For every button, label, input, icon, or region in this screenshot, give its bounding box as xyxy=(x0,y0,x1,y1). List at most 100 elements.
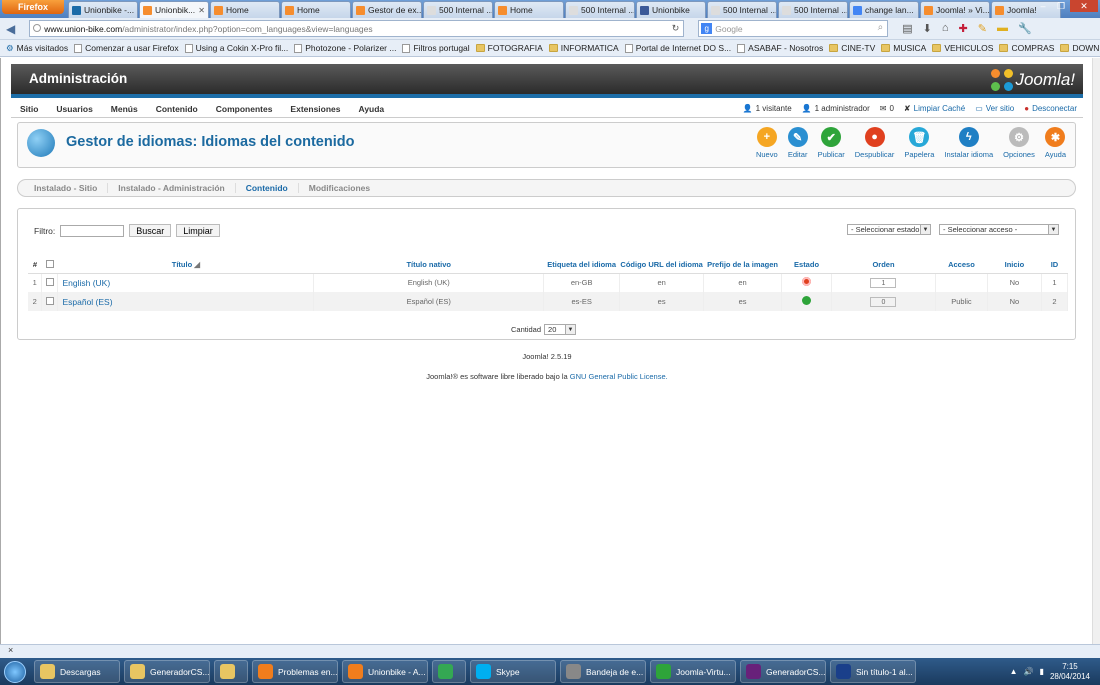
browser-tab[interactable]: 500 Internal ... xyxy=(778,1,848,18)
wrench-icon[interactable]: 🔧 xyxy=(1018,22,1032,35)
browser-tab[interactable]: 500 Internal ... xyxy=(565,1,635,18)
taskbar-item[interactable]: Skype xyxy=(470,660,556,683)
toolbar-button[interactable]: ✔ Publicar xyxy=(813,127,850,159)
bookmark-item[interactable]: COMPRAS xyxy=(999,43,1054,53)
bookmark-item[interactable]: MUSICA xyxy=(881,43,926,53)
browser-tab[interactable]: 500 Internal ... xyxy=(707,1,777,18)
toolbar-button[interactable]: ⚙ Opciones xyxy=(998,127,1040,159)
bookmark-item[interactable]: FOTOGRAFIA xyxy=(475,43,543,53)
order-input[interactable]: 1 xyxy=(870,277,897,288)
tray-chevron-icon[interactable]: ▲ xyxy=(1010,667,1018,676)
column-header[interactable]: Código URL del idioma xyxy=(619,257,704,274)
browser-tab[interactable]: Home xyxy=(281,1,351,18)
home-icon[interactable]: ⌂ xyxy=(942,22,949,35)
taskbar-item[interactable] xyxy=(432,660,466,683)
logout-link[interactable]: ● Desconectar xyxy=(1024,104,1077,113)
search-button[interactable]: Buscar xyxy=(129,224,172,237)
bookmark-item[interactable]: Using a Cokin X-Pro fil... xyxy=(184,43,288,53)
firefox-menu-button[interactable]: Firefox xyxy=(2,0,64,14)
close-addon-bar-icon[interactable]: × xyxy=(8,645,13,655)
taskbar-item[interactable] xyxy=(214,660,248,683)
browser-tab[interactable]: Unionbik... ✕ xyxy=(139,1,209,18)
filter-input[interactable] xyxy=(60,224,125,237)
bookmark-item[interactable]: ⚙ Más visitados xyxy=(6,43,68,54)
page-menu-icon[interactable]: ▤ xyxy=(902,22,912,35)
row-checkbox[interactable] xyxy=(45,296,54,305)
close-tab-icon[interactable]: ✕ xyxy=(198,6,205,15)
menu-item[interactable]: Ayuda xyxy=(350,104,394,114)
close-icon[interactable]: ✕ xyxy=(1070,0,1098,12)
addon-icon[interactable]: ✚ xyxy=(959,22,968,35)
browser-tab[interactable]: change lan... xyxy=(849,1,919,18)
minimize-icon[interactable]: – xyxy=(1034,0,1052,12)
chat-icon[interactable]: ▬ xyxy=(997,22,1008,35)
search-icon[interactable]: ⌕ xyxy=(878,22,884,33)
list-limit-select[interactable]: 20 ▼ xyxy=(544,324,577,335)
column-header[interactable]: Estado xyxy=(781,257,832,274)
column-header[interactable]: # xyxy=(28,257,42,274)
toolbar-button[interactable]: ● Despublicar xyxy=(850,127,900,159)
tools-icon[interactable]: ✎ xyxy=(978,22,987,35)
bookmark-item[interactable]: Filtros portugal xyxy=(402,43,470,53)
bookmark-item[interactable]: INFORMATICA xyxy=(548,43,619,53)
menu-item[interactable]: Menús xyxy=(102,104,147,114)
download-icon[interactable]: ⬇ xyxy=(923,22,932,35)
taskbar-item[interactable]: Joomla-Virtu... xyxy=(650,660,736,683)
menu-item[interactable]: Usuarios xyxy=(47,104,101,114)
bookmark-item[interactable]: VEHICULOS xyxy=(932,43,993,53)
language-title-link[interactable]: English (UK) xyxy=(62,278,110,288)
bookmark-item[interactable]: DOWNLOAD xyxy=(1060,43,1100,53)
clear-cache-link[interactable]: ✘ Limpiar Caché xyxy=(904,104,965,113)
bookmark-item[interactable]: ASABAF - Nosotros xyxy=(737,43,823,53)
column-header[interactable]: Etiqueta del idioma xyxy=(543,257,620,274)
taskbar-item[interactable]: GeneradorCS... xyxy=(124,660,210,683)
unpublished-icon[interactable] xyxy=(802,277,812,287)
access-select[interactable]: - Seleccionar acceso - ▼ xyxy=(939,224,1059,235)
site-identity-icon[interactable] xyxy=(33,24,42,32)
toolbar-button[interactable]: ✎ Editar xyxy=(783,127,813,159)
back-icon[interactable]: ◀ xyxy=(6,22,15,36)
column-header[interactable]: Prefijo de la imagen xyxy=(703,257,782,274)
row-checkbox[interactable] xyxy=(45,277,54,286)
maximize-icon[interactable]: ❐ xyxy=(1052,0,1070,12)
state-select[interactable]: - Seleccionar estado - ▼ xyxy=(847,224,931,235)
menu-item[interactable]: Extensiones xyxy=(281,104,349,114)
taskbar-item[interactable]: Bandeja de e... xyxy=(560,660,646,683)
volume-icon[interactable]: 🔊 xyxy=(1024,667,1034,676)
subtab[interactable]: Instalado - Sitio xyxy=(24,183,109,193)
browser-tab[interactable]: Home xyxy=(494,1,564,18)
taskbar-item[interactable]: Descargas xyxy=(34,660,120,683)
column-header[interactable]: Inicio xyxy=(987,257,1042,274)
subtab[interactable]: Instalado - Administración xyxy=(108,183,236,193)
browser-tab[interactable]: 500 Internal ... xyxy=(423,1,493,18)
column-header[interactable]: Acceso xyxy=(935,257,988,274)
bookmark-item[interactable]: Portal de Internet DO S... xyxy=(624,43,731,53)
reload-icon[interactable]: ↻ xyxy=(672,23,680,34)
subtab[interactable]: Modificaciones xyxy=(299,183,380,193)
language-title-link[interactable]: Español (ES) xyxy=(62,297,112,307)
clear-button[interactable]: Limpiar xyxy=(176,224,220,237)
taskbar-item[interactable]: Problemas en... xyxy=(252,660,338,683)
toolbar-button[interactable]: ✱ Ayuda xyxy=(1040,127,1071,159)
column-header[interactable]: Título nativo xyxy=(313,257,544,274)
select-all-checkbox[interactable] xyxy=(45,259,54,268)
browser-tab[interactable]: Unionbike xyxy=(636,1,706,18)
gpl-link[interactable]: GNU General Public License. xyxy=(570,372,668,381)
menu-item[interactable]: Componentes xyxy=(207,104,282,114)
address-bar[interactable]: www.union-bike.com/administrator/index.p… xyxy=(29,20,685,37)
toolbar-button[interactable]: 🗑 Papelera xyxy=(899,127,939,159)
browser-tab[interactable]: Unionbike -... xyxy=(68,1,138,18)
search-input[interactable]: g Google ⌕ xyxy=(698,20,889,37)
column-header[interactable]: Título ◢ xyxy=(57,257,314,274)
scrollbar[interactable] xyxy=(1092,58,1100,644)
browser-tab[interactable]: Gestor de ex... xyxy=(352,1,422,18)
bookmark-item[interactable]: Photozone - Polarizer ... xyxy=(294,43,396,53)
messages-status[interactable]: ✉ 0 xyxy=(880,104,894,113)
taskbar-item[interactable]: GeneradorCS... xyxy=(740,660,826,683)
toolbar-button[interactable]: ϟ Instalar idioma xyxy=(939,127,998,159)
menu-item[interactable]: Sitio xyxy=(11,104,47,114)
menu-item[interactable]: Contenido xyxy=(147,104,207,114)
taskbar-item[interactable]: Sin título-1 al... xyxy=(830,660,916,683)
start-button[interactable] xyxy=(0,658,30,685)
browser-tab[interactable]: Joomla! » Vi... xyxy=(920,1,990,18)
